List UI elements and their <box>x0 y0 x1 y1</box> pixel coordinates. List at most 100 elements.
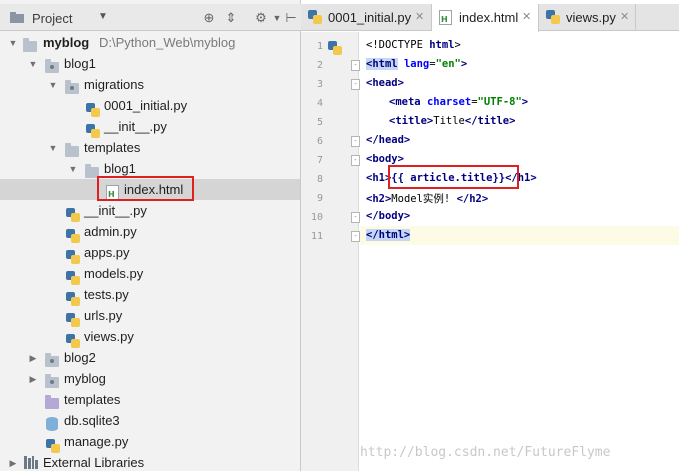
tree-item-init-py[interactable]: __init__.py <box>0 200 300 222</box>
code-keyword: html <box>429 39 455 51</box>
python-console-icon[interactable] <box>328 41 342 55</box>
line-number: 2 <box>316 60 323 71</box>
python-file-icon <box>66 228 80 243</box>
fold-marker-icon[interactable]: - <box>351 136 360 147</box>
tree-item-db-sqlite3[interactable]: db.sqlite3 <box>0 410 300 431</box>
tab-index-html[interactable]: H index.html ✕ <box>432 4 539 32</box>
project-view-title[interactable]: Project <box>32 11 72 26</box>
tab-0001-initial-py[interactable]: 0001_initial.py ✕ <box>301 4 432 31</box>
line-number: 11 <box>310 231 323 242</box>
watermark: http://blog.csdn.net/FutureFlyme <box>360 445 611 460</box>
code-line-7: <body> <box>366 153 404 165</box>
line-number: 7 <box>316 155 323 166</box>
tree-item-apps-py[interactable]: apps.py <box>0 242 300 264</box>
tree-item-label: urls.py <box>84 308 123 323</box>
tree-item-label: templates <box>64 392 121 407</box>
collapse-all-icon[interactable]: ⇕ <box>222 9 240 27</box>
database-icon <box>46 416 58 431</box>
package-folder-icon <box>45 59 59 73</box>
code-line-5: <title>Title</title> <box>389 115 515 127</box>
python-file-icon <box>86 123 100 138</box>
collapsed-arrow-icon[interactable]: ▶ <box>28 353 38 363</box>
tree-item-label: templates <box>84 140 141 155</box>
tree-item-blog2[interactable]: ▶ blog2 <box>0 347 300 368</box>
sync-icon[interactable]: ⊕ <box>200 9 218 27</box>
tree-item-tests-py[interactable]: tests.py <box>0 284 300 306</box>
package-folder-icon <box>65 80 79 94</box>
code-value: "en" <box>435 58 461 70</box>
line-number: 5 <box>316 117 323 128</box>
code-tag: <title> <box>389 115 434 127</box>
line-number: 10 <box>310 212 323 223</box>
tree-item-label: __init__.py <box>104 119 167 134</box>
tree-item-views-py[interactable]: views.py <box>0 326 300 348</box>
code-editor[interactable]: 1 2 3 4 5 6 7 8 9 10 11 - - - - - - <!DO… <box>301 32 679 471</box>
close-icon[interactable]: ✕ <box>620 10 629 23</box>
code-line-10: </body> <box>366 210 411 222</box>
project-toolbar: Project ▼ ⊕ ⇕ ⚙ ▼ ⊢ <box>0 4 301 31</box>
tree-item-0001-initial-py[interactable]: 0001_initial.py <box>0 95 300 117</box>
line-number: 1 <box>316 41 323 52</box>
tree-item-external-libraries[interactable]: ▶ External Libraries <box>0 452 300 473</box>
line-number: 3 <box>316 79 323 90</box>
line-number: 6 <box>316 136 323 147</box>
tree-item-root-templates[interactable]: templates <box>0 389 300 410</box>
code-tag: html <box>372 58 398 70</box>
expand-arrow-icon[interactable]: ▼ <box>48 143 58 153</box>
tree-item-label: myblog <box>64 371 106 386</box>
tree-item-label: 0001_initial.py <box>104 98 188 113</box>
tree-item-label: tests.py <box>84 287 129 302</box>
expand-arrow-icon[interactable]: ▼ <box>28 59 38 69</box>
close-icon[interactable]: ✕ <box>522 10 531 23</box>
code-attribute: lang <box>397 58 430 70</box>
code-text: <!DOCTYPE <box>366 39 430 51</box>
tree-item-manage-py[interactable]: manage.py <box>0 431 300 453</box>
tree-item-label: db.sqlite3 <box>64 413 120 428</box>
editor-gutter: 1 2 3 4 5 6 7 8 9 10 11 - - - - - - <box>301 32 360 471</box>
tree-item-admin-py[interactable]: admin.py <box>0 221 300 243</box>
templates-folder-icon <box>45 395 59 409</box>
tree-item-label: blog1 <box>64 56 96 71</box>
html-file-icon: H <box>439 10 452 25</box>
project-folder-icon <box>10 12 24 23</box>
tree-item-blog1[interactable]: ▼ blog1 <box>0 53 300 74</box>
package-folder-icon <box>45 374 59 388</box>
tab-views-py[interactable]: views.py ✕ <box>539 4 636 31</box>
folder-icon <box>65 143 79 157</box>
code-text: Title <box>433 115 465 127</box>
tree-item-myblog-root[interactable]: ▼ myblog D:\Python_Web\myblog <box>0 32 300 53</box>
fold-marker-icon[interactable]: - <box>351 60 360 71</box>
fold-marker-icon[interactable]: - <box>351 231 360 242</box>
chevron-down-icon[interactable]: ▼ <box>98 11 108 22</box>
tree-item-myblog[interactable]: ▶ myblog <box>0 368 300 389</box>
python-file-icon <box>66 249 80 264</box>
collapsed-arrow-icon[interactable]: ▶ <box>8 458 18 468</box>
highlight-box <box>97 176 194 201</box>
tree-item-migrations[interactable]: ▼ migrations <box>0 74 300 95</box>
tree-item-urls-py[interactable]: urls.py <box>0 305 300 327</box>
fold-marker-icon[interactable]: - <box>351 79 360 90</box>
hide-panel-icon[interactable]: ⊢ <box>282 9 300 27</box>
tree-item-init-py[interactable]: __init__.py <box>0 116 300 138</box>
expand-arrow-icon[interactable]: ▼ <box>8 38 18 48</box>
code-line-1: <!DOCTYPE html> <box>366 39 461 51</box>
tree-item-label: apps.py <box>84 245 130 260</box>
code-line-6: </head> <box>366 134 411 146</box>
python-file-icon <box>66 207 80 222</box>
code-line-9: <h2>Model实例! </h2> <box>366 191 488 206</box>
expand-arrow-icon[interactable]: ▼ <box>68 164 78 174</box>
code-tag: <h2> <box>366 193 392 205</box>
code-text: > <box>454 39 461 51</box>
close-icon[interactable]: ✕ <box>415 10 424 23</box>
fold-marker-icon[interactable]: - <box>351 212 360 223</box>
python-file-icon <box>66 270 80 285</box>
collapsed-arrow-icon[interactable]: ▶ <box>28 374 38 384</box>
expand-arrow-icon[interactable]: ▼ <box>48 80 58 90</box>
highlight-box <box>388 165 519 189</box>
tree-item-path: D:\Python_Web\myblog <box>99 35 236 50</box>
fold-marker-icon[interactable]: - <box>351 155 360 166</box>
tree-item-templates[interactable]: ▼ templates <box>0 137 300 158</box>
tree-item-models-py[interactable]: models.py <box>0 263 300 285</box>
tree-item-label: models.py <box>84 266 144 281</box>
library-icon <box>24 456 38 469</box>
